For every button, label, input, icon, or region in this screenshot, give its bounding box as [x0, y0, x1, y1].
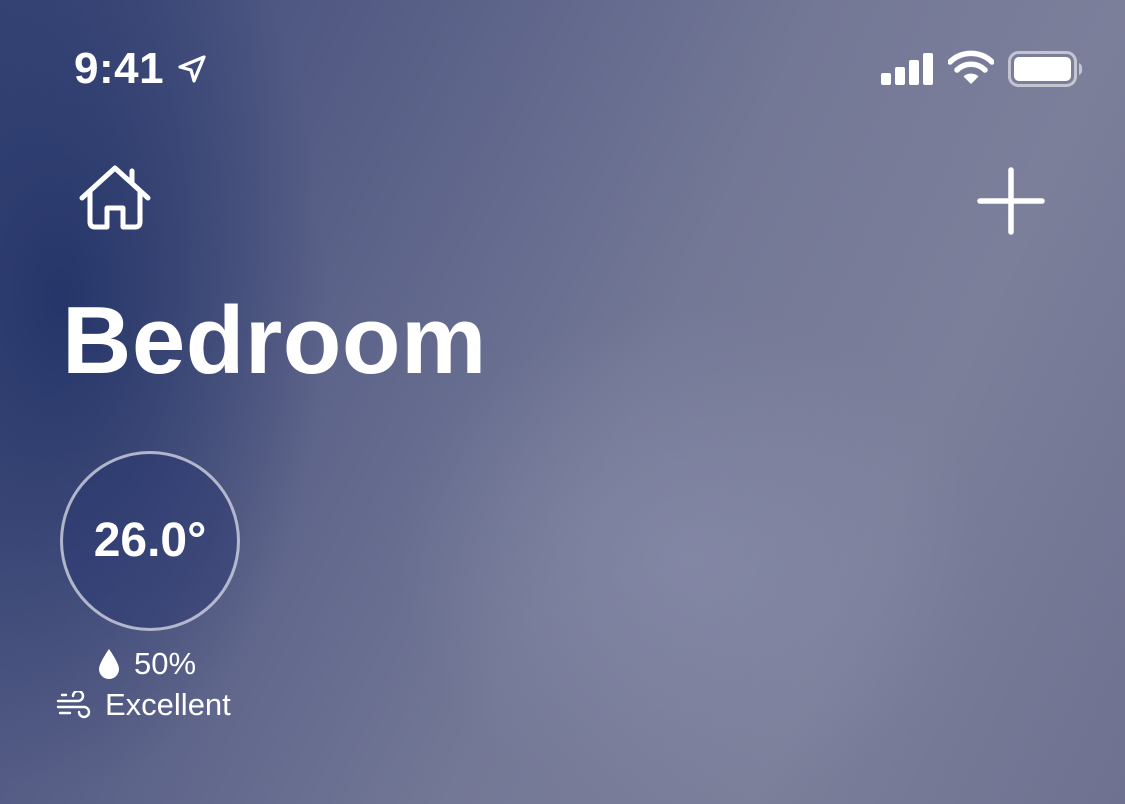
water-drop-icon: [99, 649, 119, 679]
wifi-icon: [948, 50, 994, 84]
humidity-status: 50%: [97, 644, 196, 684]
plus-icon: [977, 167, 1045, 235]
air-quality-status: Excellent: [56, 684, 231, 726]
battery-icon: [1008, 51, 1083, 87]
temperature-tile[interactable]: 26.0°: [60, 451, 240, 631]
add-button[interactable]: [974, 164, 1048, 238]
house-icon: [79, 165, 151, 230]
location-arrow-icon: [178, 55, 206, 83]
temperature-value: 26.0°: [93, 514, 207, 567]
cellular-signal-icon: [881, 53, 933, 85]
room-title: Bedroom: [62, 287, 487, 394]
status-bar: 9:41: [0, 0, 1125, 140]
status-time: 9:41: [74, 44, 165, 93]
humidity-value: 50%: [134, 646, 197, 681]
home-button[interactable]: [76, 162, 154, 234]
air-quality-value: Excellent: [105, 687, 231, 722]
wind-icon: [56, 691, 91, 719]
